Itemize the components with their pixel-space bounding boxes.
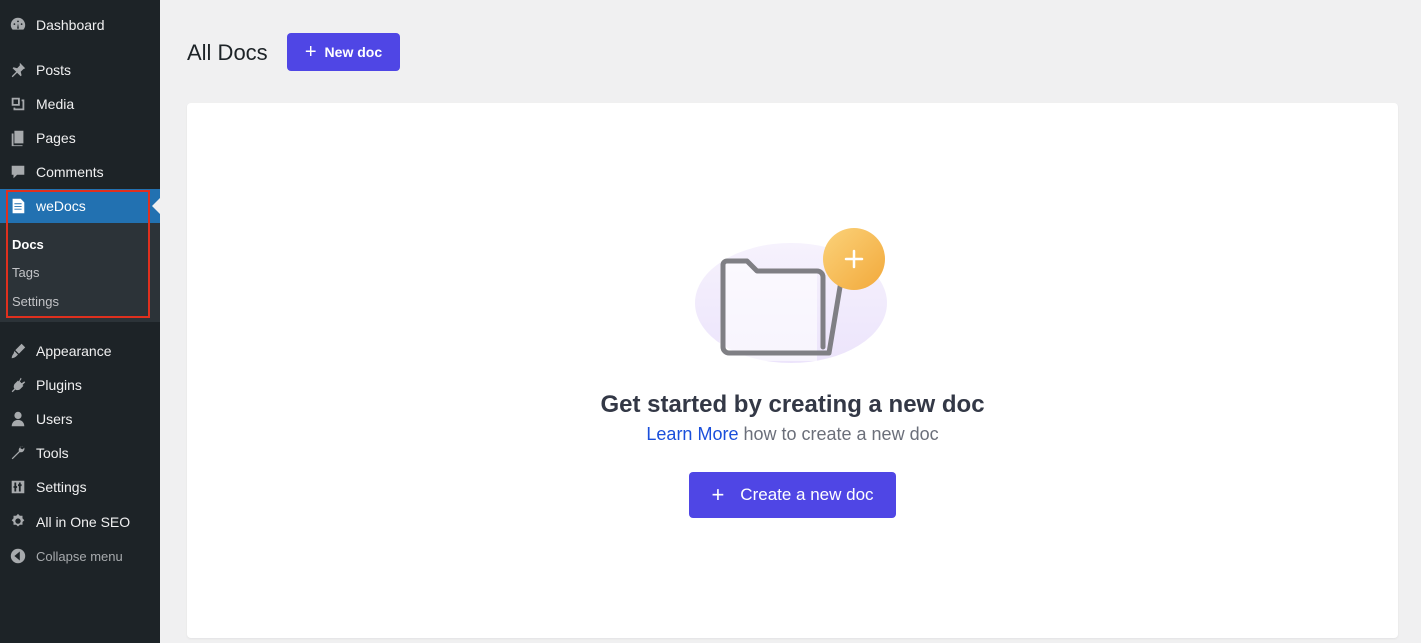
active-indicator bbox=[152, 198, 160, 214]
sidebar-item-all-in-one-seo[interactable]: All in One SEO bbox=[0, 505, 160, 539]
sidebar-item-comments[interactable]: Comments bbox=[0, 155, 160, 189]
plugin-icon bbox=[8, 375, 28, 395]
sidebar-item-label: Plugins bbox=[36, 377, 82, 393]
dashboard-icon bbox=[8, 15, 28, 35]
seo-icon bbox=[8, 512, 28, 532]
empty-state-subtext-body: how to create a new doc bbox=[738, 424, 939, 444]
sliders-icon bbox=[8, 477, 28, 497]
create-new-doc-label: Create a new doc bbox=[740, 485, 874, 504]
sidebar-item-settings[interactable]: Settings bbox=[0, 470, 160, 504]
sidebar-item-label: Comments bbox=[36, 164, 104, 180]
learn-more-link[interactable]: Learn More bbox=[646, 424, 738, 444]
sidebar-item-label: Appearance bbox=[36, 343, 112, 359]
media-icon bbox=[8, 94, 28, 114]
empty-state-subtext: Learn More how to create a new doc bbox=[187, 424, 1398, 445]
comment-icon bbox=[8, 162, 28, 182]
user-icon bbox=[8, 409, 28, 429]
sidebar-item-label: Posts bbox=[36, 62, 72, 78]
brush-icon bbox=[8, 341, 28, 361]
wrench-icon bbox=[8, 443, 28, 463]
new-doc-button[interactable]: + New doc bbox=[287, 33, 400, 71]
collapse-menu-label: Collapse menu bbox=[36, 548, 123, 564]
admin-sidebar: Dashboard Posts Media Pages Comments weD… bbox=[0, 0, 160, 643]
sidebar-item-plugins[interactable]: Plugins bbox=[0, 368, 160, 402]
sidebar-item-tools[interactable]: Tools bbox=[0, 436, 160, 470]
collapse-arrow-icon bbox=[8, 546, 28, 566]
highlight-annotation-box bbox=[6, 190, 150, 318]
plus-icon: + bbox=[304, 41, 317, 63]
sidebar-item-users[interactable]: Users bbox=[0, 402, 160, 436]
sidebar-item-label: All in One SEO bbox=[36, 514, 131, 530]
sidebar-item-appearance[interactable]: Appearance bbox=[0, 334, 160, 368]
new-doc-label: New doc bbox=[324, 44, 383, 60]
sidebar-item-label: Users bbox=[36, 411, 73, 427]
sidebar-item-label: Media bbox=[36, 96, 75, 112]
page-title: All Docs bbox=[187, 40, 268, 65]
sidebar-item-posts[interactable]: Posts bbox=[0, 53, 160, 87]
create-new-doc-button[interactable]: + Create a new doc bbox=[689, 472, 896, 518]
sidebar-item-label: Tools bbox=[36, 445, 69, 461]
folder-plus-illustration bbox=[695, 228, 887, 363]
sidebar-item-label: Settings bbox=[36, 479, 87, 495]
sidebar-item-dashboard[interactable]: Dashboard bbox=[0, 8, 160, 42]
pin-icon bbox=[8, 60, 28, 80]
collapse-menu-button[interactable]: Collapse menu bbox=[0, 539, 160, 573]
sidebar-item-pages[interactable]: Pages bbox=[0, 121, 160, 155]
empty-state-heading: Get started by creating a new doc bbox=[600, 391, 985, 418]
sidebar-item-label: Dashboard bbox=[36, 17, 105, 33]
plus-icon: + bbox=[711, 482, 725, 507]
sidebar-item-label: Pages bbox=[36, 130, 76, 146]
pages-icon bbox=[8, 128, 28, 148]
docs-empty-card: Get started by creating a new doc Learn … bbox=[187, 103, 1398, 638]
sidebar-item-media[interactable]: Media bbox=[0, 87, 160, 121]
